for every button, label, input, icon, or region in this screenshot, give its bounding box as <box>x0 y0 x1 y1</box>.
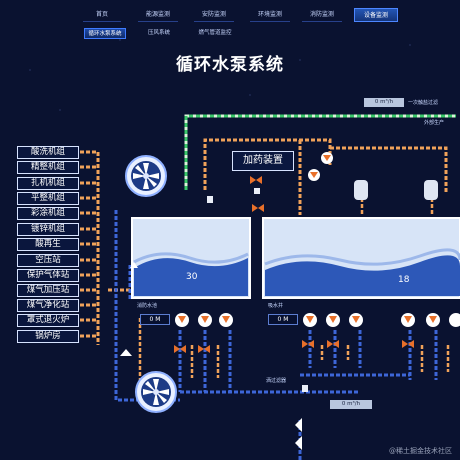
plant-item[interactable]: 精整机组 <box>17 161 79 174</box>
plant-item[interactable]: 扎机机组 <box>17 177 79 190</box>
plant-item[interactable]: 煤气净化站 <box>17 299 79 312</box>
label-primary-filter: 一次触盐过滤 <box>408 100 439 106</box>
subtab-circulating-pump[interactable]: 循环水泵系统 <box>84 28 126 39</box>
page-title: 循环水泵系统 <box>176 55 284 75</box>
tank-right-label: 吸水井 <box>268 303 284 309</box>
watermark: @稀土掘金技术社区 <box>389 447 452 455</box>
green-pipe <box>184 114 456 190</box>
tab-environment[interactable]: 环境监测 <box>250 8 290 22</box>
tab-energy[interactable]: 能源监测 <box>138 8 178 22</box>
pump-icons <box>175 313 460 327</box>
plant-item[interactable]: 罩式退火炉 <box>17 314 79 327</box>
plant-item[interactable]: 酸洗机组 <box>17 146 79 159</box>
flow-readout-top: 0 m³/h <box>364 98 404 107</box>
tab-equipment[interactable]: 设备监测 <box>354 8 398 22</box>
plant-item[interactable]: 空压站 <box>17 254 79 267</box>
flow-readout-bottom: 0 m³/h <box>330 400 372 409</box>
tank-left-label: 消防水池 <box>137 303 158 309</box>
plant-item[interactable]: 彩涂机组 <box>17 207 79 220</box>
sensor-icons <box>308 152 333 181</box>
plant-item[interactable]: 镀锌机组 <box>17 223 79 236</box>
tank-right-meter: 0 M <box>268 314 298 325</box>
label-filter: 洒过滤器 <box>266 378 287 384</box>
tab-security[interactable]: 安防监测 <box>194 8 234 22</box>
tank-right <box>262 217 460 299</box>
tank-right-level: 18 <box>398 275 410 285</box>
tank-left-level: 30 <box>186 272 198 282</box>
plant-item[interactable]: 酸再生 <box>17 238 79 251</box>
tank-left-meter: 0 M <box>140 314 170 325</box>
plant-item[interactable]: 锅炉房 <box>17 330 79 343</box>
filter-canisters <box>354 180 438 200</box>
dosing-device-button[interactable]: 加药装置 <box>232 151 294 171</box>
plant-item[interactable]: 平整机组 <box>17 192 79 205</box>
fan-icon-bottom <box>135 371 177 413</box>
plant-item[interactable]: 煤气加压站 <box>17 284 79 297</box>
label-external: 外部生产 <box>424 120 445 126</box>
fan-icon-top <box>125 155 167 197</box>
subtab-compressed-air[interactable]: 压风系统 <box>142 28 176 39</box>
tab-home[interactable]: 首页 <box>83 8 121 22</box>
subtab-gas-pipeline[interactable]: 燃气管道监控 <box>192 28 238 39</box>
tab-fire[interactable]: 消防监测 <box>302 8 342 22</box>
plant-item[interactable]: 保护气体站 <box>17 269 79 282</box>
tank-left <box>131 217 251 299</box>
